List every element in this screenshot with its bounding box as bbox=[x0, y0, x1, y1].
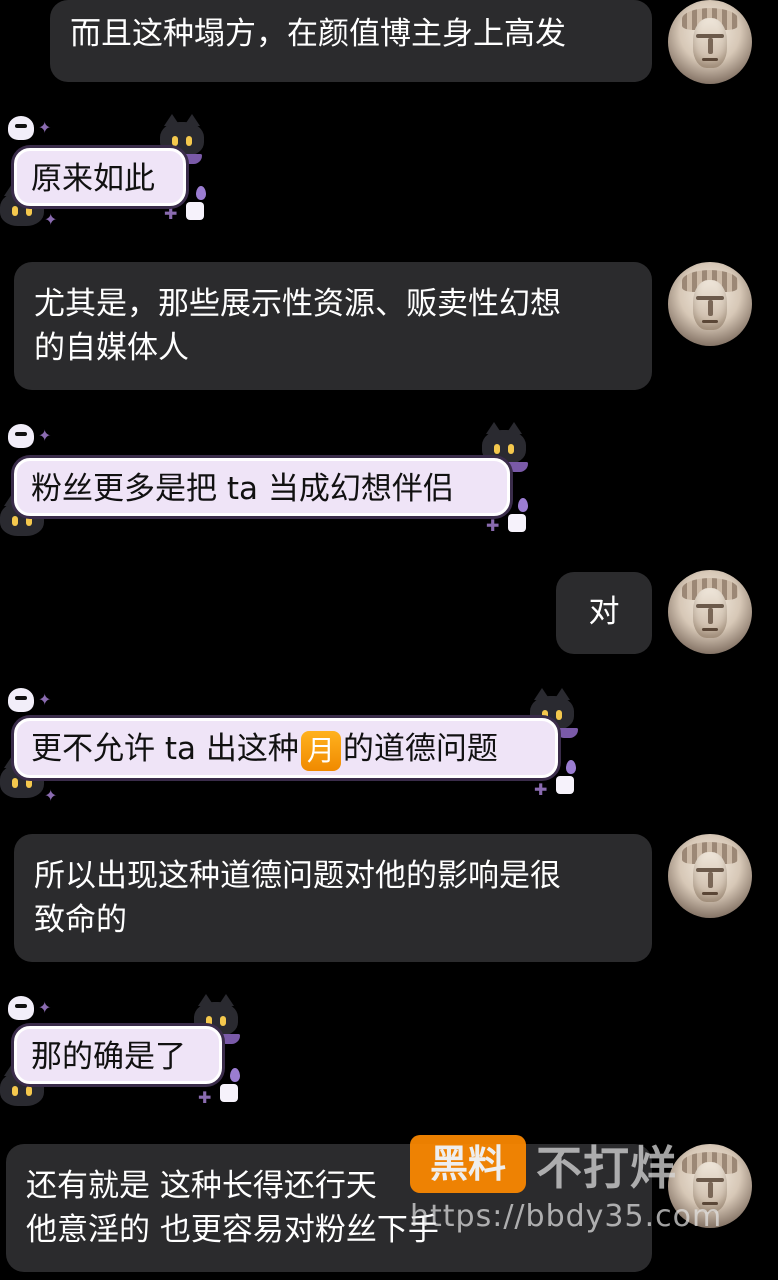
ghost-icon bbox=[8, 688, 34, 712]
candle-icon bbox=[220, 1084, 238, 1102]
message-text-line: 的自媒体人 bbox=[34, 330, 189, 366]
message-text: 的道德问题 bbox=[342, 731, 498, 767]
message-text: 那的确是了 bbox=[31, 1039, 186, 1075]
candle-icon bbox=[508, 514, 526, 532]
candle-icon bbox=[186, 202, 204, 220]
message-text-line: 致命的 bbox=[34, 902, 127, 938]
message-bubble-left[interactable]: 粉丝更多是把 ta 当成幻想伴侣 bbox=[14, 458, 510, 516]
sparkle-icon: ✚ bbox=[534, 780, 548, 799]
sparkle-icon: ✚ bbox=[164, 204, 178, 223]
watermark-text: 不打烊 bbox=[536, 1141, 677, 1195]
message-bubble-right[interactable]: 尤其是，那些展示性资源、贩卖性幻想 的自媒体人 bbox=[14, 262, 652, 390]
moon-emoji-icon: 月 bbox=[300, 730, 341, 771]
candle-icon bbox=[518, 498, 528, 512]
candle-icon bbox=[566, 760, 576, 774]
sparkle-icon: ✦ bbox=[38, 690, 52, 709]
candle-icon bbox=[556, 776, 574, 794]
message-bubble-right[interactable]: 所以出现这种道德问题对他的影响是很 致命的 bbox=[14, 834, 652, 962]
message-text: 粉丝更多是把 ta 当成幻想伴侣 bbox=[31, 471, 454, 507]
ghost-icon bbox=[8, 116, 34, 140]
statue-avatar-icon[interactable] bbox=[668, 834, 752, 918]
ghost-icon bbox=[8, 424, 34, 448]
message-bubble-left[interactable]: 原来如此 bbox=[14, 148, 186, 206]
watermark-badge: 黑料 bbox=[410, 1135, 526, 1193]
chat-thread: 而且这种塌方，在颜值博主身上高发 ✦ ✚ ✦ 原来如此 尤其是，那些展示性资源、… bbox=[0, 0, 778, 1280]
message-text: 而且这种塌方，在颜值博主身上高发 bbox=[70, 16, 566, 52]
watermark-url: https://bbdy35.com bbox=[410, 1199, 723, 1234]
sparkle-icon: ✦ bbox=[44, 210, 58, 229]
statue-avatar-icon[interactable] bbox=[668, 570, 752, 654]
sparkle-icon: ✚ bbox=[198, 1088, 212, 1107]
message-text: 对 bbox=[588, 594, 620, 630]
sparkle-icon: ✚ bbox=[486, 516, 500, 535]
message-text-line: 尤其是，那些展示性资源、贩卖性幻想 bbox=[34, 286, 561, 322]
candle-icon bbox=[230, 1068, 240, 1082]
sparkle-icon: ✦ bbox=[38, 426, 52, 445]
statue-avatar-icon[interactable] bbox=[668, 262, 752, 346]
message-bubble-left[interactable]: 更不允许 ta 出这种月的道德问题 bbox=[14, 718, 558, 778]
message-bubble-left[interactable]: 那的确是了 bbox=[14, 1026, 222, 1084]
message-text: 更不允许 ta 出这种 bbox=[31, 731, 299, 767]
sparkle-icon: ✦ bbox=[38, 998, 52, 1017]
message-bubble-right[interactable]: 而且这种塌方，在颜值博主身上高发 bbox=[50, 0, 652, 82]
ghost-icon bbox=[8, 996, 34, 1020]
message-text: 原来如此 bbox=[31, 161, 155, 197]
sparkle-icon: ✦ bbox=[38, 118, 52, 137]
sparkle-icon: ✦ bbox=[44, 786, 58, 805]
message-bubble-right[interactable]: 对 bbox=[556, 572, 652, 654]
bat-icon bbox=[556, 728, 578, 738]
statue-avatar-icon[interactable] bbox=[668, 0, 752, 84]
candle-icon bbox=[196, 186, 206, 200]
message-text-line: 所以出现这种道德问题对他的影响是很 bbox=[34, 858, 561, 894]
